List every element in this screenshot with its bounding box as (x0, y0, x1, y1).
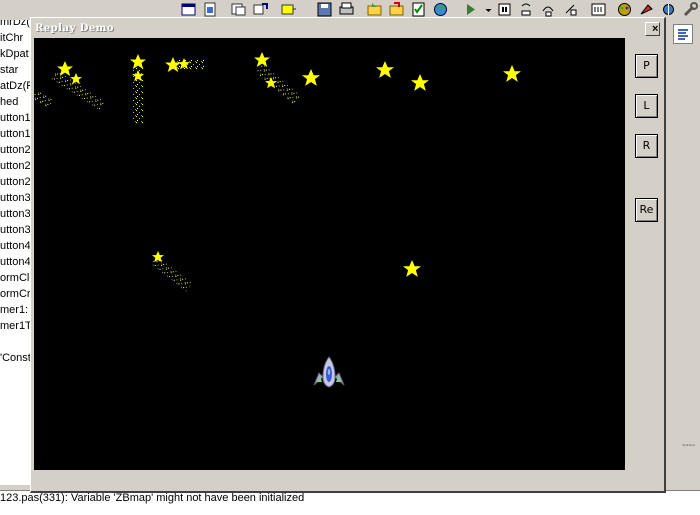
align-text-icon[interactable] (673, 24, 693, 44)
star (411, 74, 429, 91)
code-line: utton4 (0, 256, 31, 268)
star (302, 69, 320, 86)
code-line: 'Const (0, 352, 31, 364)
star (403, 260, 421, 277)
toolbar-trace-into-icon[interactable] (518, 1, 535, 18)
toolbar-save-icon[interactable] (316, 1, 333, 18)
star (503, 65, 521, 82)
window-title: Replay Demo (35, 23, 115, 34)
code-line: itChr (0, 32, 24, 44)
comet (254, 52, 302, 106)
toolbar-run-dropdown-icon[interactable] (480, 1, 492, 18)
code-line: utton3 (0, 224, 31, 236)
comet (30, 89, 54, 109)
player-spaceship (313, 356, 345, 388)
comet (150, 251, 193, 292)
code-line: mer1T (0, 320, 32, 332)
code-line: mer1: (0, 304, 29, 316)
toolbar-new-form-icon[interactable] (280, 1, 297, 18)
replay-button[interactable]: Re (635, 198, 658, 222)
pause-button[interactable]: P (635, 54, 658, 78)
window-title-bar[interactable]: Replay Demo × (32, 19, 663, 39)
replay-demo-window: Replay Demo × P L R Re (30, 17, 666, 493)
toolbar-wrench-icon[interactable] (682, 1, 699, 18)
messages-pane[interactable]: 123.pas(331): Variable 'ZBmap' might not… (0, 490, 700, 515)
toolbar-folder-icon[interactable] (388, 1, 405, 18)
toolbar-component-icon[interactable] (590, 1, 607, 18)
code-line: utton2 (0, 144, 31, 156)
code-line: utton4 (0, 240, 31, 252)
star (376, 61, 394, 78)
toolbar-form-icon[interactable] (180, 1, 197, 18)
toolbar-toggle-icon[interactable] (252, 1, 269, 18)
toolbar-step-over-icon[interactable] (540, 1, 557, 18)
code-line: utton3 (0, 192, 31, 204)
toolbar-run-icon[interactable] (462, 1, 479, 18)
right-button[interactable]: R (635, 134, 658, 158)
code-line: hed (0, 96, 19, 108)
code-line: utton1 (0, 112, 31, 124)
toolbar-tools-icon[interactable] (660, 1, 677, 18)
toolbar-open-icon[interactable] (366, 1, 383, 18)
toolbar-print-icon[interactable] (338, 1, 355, 18)
code-line: kDpat (0, 48, 29, 60)
code-line: utton2 (0, 160, 31, 172)
comet (130, 54, 146, 123)
right-separator: ---- (682, 440, 696, 451)
toolbar-palette-icon[interactable] (616, 1, 633, 18)
code-line: utton2 (0, 176, 31, 188)
toolbar-globe-icon[interactable] (432, 1, 449, 18)
code-line: utton1 (0, 128, 31, 140)
code-line: atDz(F (0, 80, 33, 92)
left-button[interactable]: L (635, 94, 658, 118)
toolbar-step-icon[interactable] (562, 1, 579, 18)
comet (50, 61, 105, 110)
code-editor-pane[interactable]: emrDz(itChrkDpatstaratDz(Fhedutton1utton… (0, 0, 37, 485)
close-button[interactable]: × (645, 22, 660, 36)
code-line: utton3 (0, 208, 31, 220)
compiler-message[interactable]: 123.pas(331): Variable 'ZBmap' might not… (0, 492, 304, 504)
game-canvas[interactable] (30, 38, 625, 470)
toolbar-checklist-icon[interactable] (410, 1, 427, 18)
comet (165, 57, 205, 72)
code-line: star (0, 64, 19, 76)
game-scene (30, 52, 521, 388)
toolbar-debug-icon[interactable] (638, 1, 655, 18)
object-inspector-strip (666, 20, 700, 490)
toolbar-view-icon[interactable] (230, 1, 247, 18)
toolbar-unit-icon[interactable] (202, 1, 219, 18)
toolbar-pause-icon[interactable] (496, 1, 513, 18)
